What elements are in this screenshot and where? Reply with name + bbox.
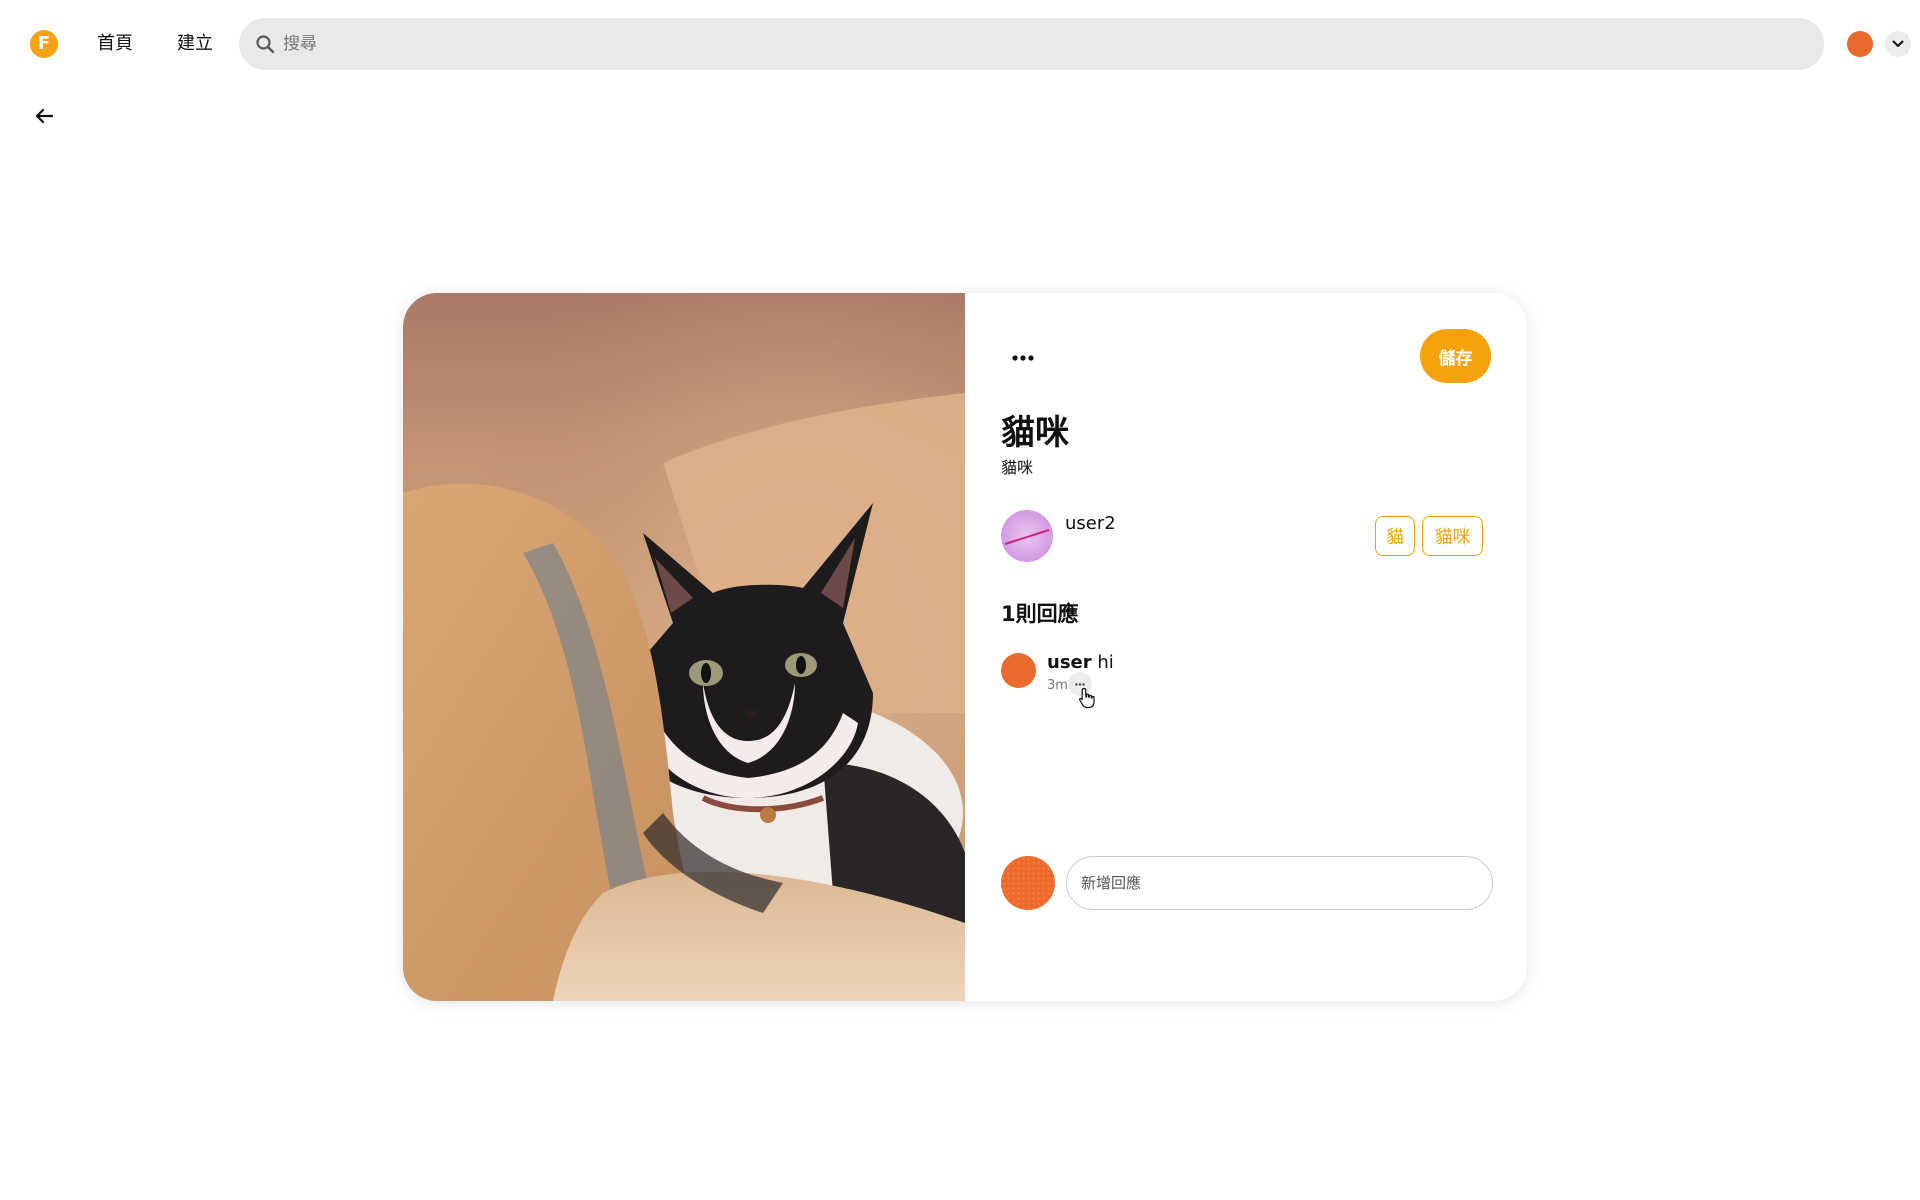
pin-card: 儲存 貓咪 貓咪 user2 貓 貓咪 1則回應 user hi 3m [403, 293, 1527, 1001]
chevron-down-icon [1892, 40, 1904, 47]
avatar-pattern [1004, 529, 1050, 545]
comments-count: 1則回應 [1001, 602, 1079, 626]
add-comment-input[interactable] [1066, 856, 1493, 910]
tag-chip[interactable]: 貓咪 [1422, 516, 1483, 556]
save-button[interactable]: 儲存 [1420, 329, 1491, 383]
comment-author[interactable]: user [1047, 652, 1092, 673]
comment-line: user hi [1047, 652, 1114, 673]
comment-text: hi [1097, 652, 1114, 673]
tag-chip[interactable]: 貓 [1375, 516, 1415, 556]
logo[interactable]: F [30, 30, 58, 58]
pin-details-panel: 儲存 貓咪 貓咪 user2 貓 貓咪 1則回應 user hi 3m [965, 293, 1527, 1001]
pin-description: 貓咪 [1001, 458, 1034, 477]
ellipsis-icon [1012, 355, 1034, 361]
more-options-button[interactable] [1005, 343, 1041, 373]
search-input[interactable] [283, 18, 1824, 70]
logo-letter: F [37, 33, 51, 54]
current-user-avatar[interactable] [1001, 856, 1055, 910]
creator-name[interactable]: user2 [1065, 513, 1116, 534]
comment-author-avatar[interactable] [1001, 653, 1036, 688]
nav-home-link[interactable]: 首頁 [97, 29, 133, 55]
profile-avatar[interactable] [1847, 31, 1873, 57]
search-bar[interactable] [239, 18, 1824, 70]
cat-illustration [403, 293, 965, 1001]
back-button[interactable] [30, 102, 58, 130]
comment-timestamp: 3m [1047, 678, 1068, 693]
nav-create-link[interactable]: 建立 [177, 29, 213, 55]
arrow-left-icon [35, 108, 53, 124]
account-menu-button[interactable] [1885, 31, 1911, 57]
search-icon [256, 35, 275, 54]
top-bar: F 首頁 建立 [0, 0, 1920, 88]
pin-image[interactable] [403, 293, 965, 1001]
hand-cursor-icon [1079, 687, 1095, 709]
creator-avatar[interactable] [1001, 510, 1053, 562]
ellipsis-icon [1075, 682, 1085, 686]
pin-title: 貓咪 [1001, 413, 1069, 453]
